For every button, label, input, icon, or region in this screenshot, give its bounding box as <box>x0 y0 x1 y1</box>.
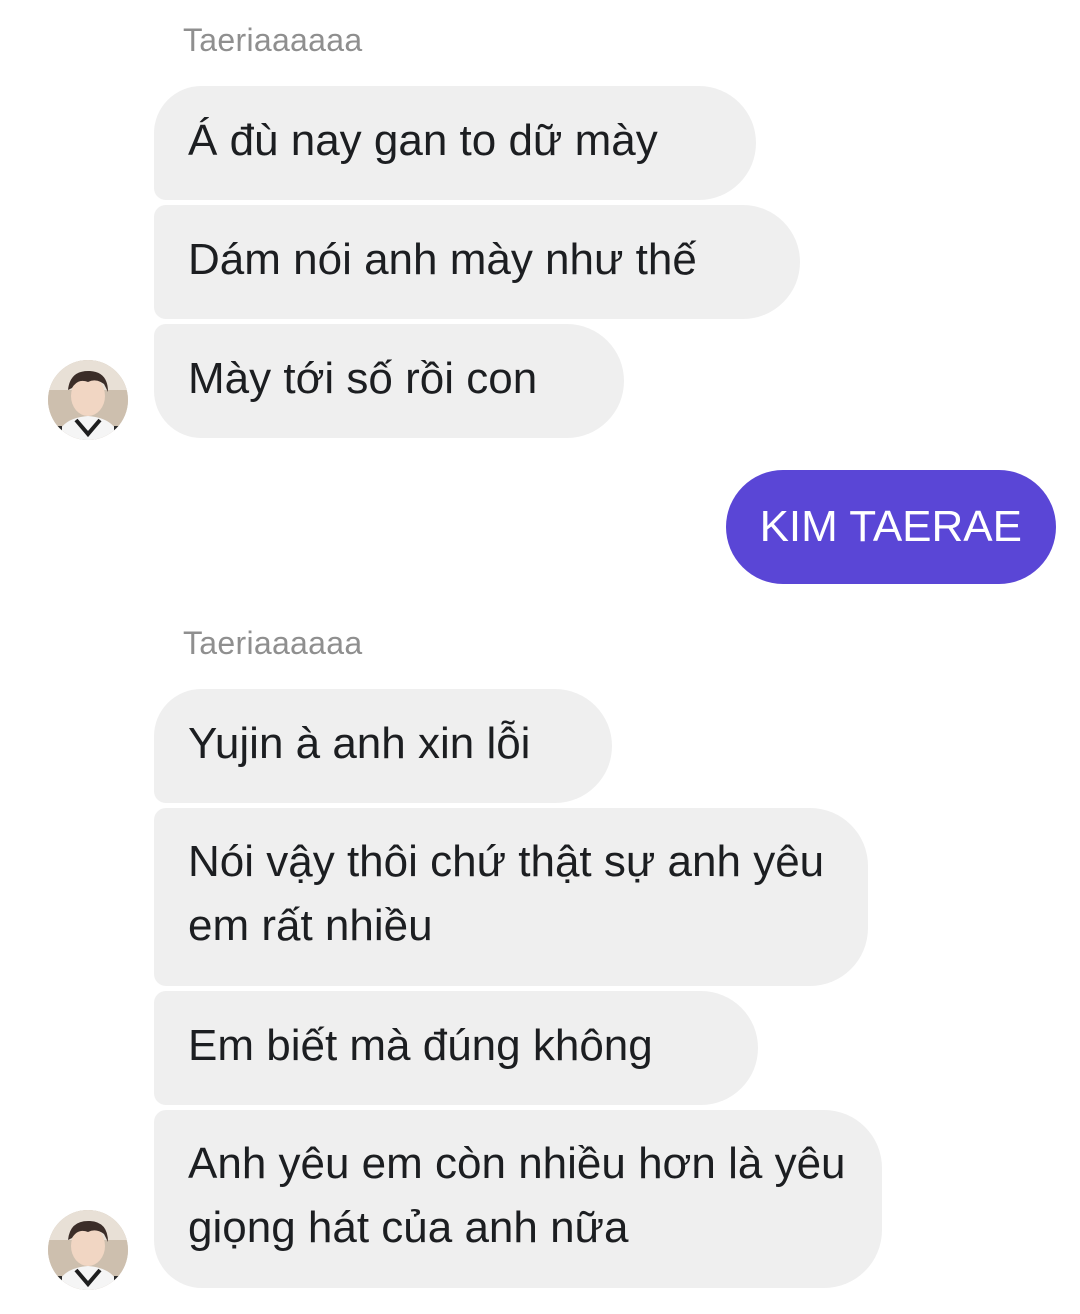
sender-name: Taeriaaaaaa <box>183 625 363 661</box>
received-message[interactable]: Em biết mà đúng không <box>154 991 758 1105</box>
sent-message[interactable]: KIM TAERAE <box>725 470 1056 584</box>
message-text: Mày tới số rồi con <box>188 354 538 403</box>
received-message[interactable]: Nói vậy thôi chứ thật sự anh yêu em rất … <box>154 808 868 986</box>
message-text: KIM TAERAE <box>759 502 1022 551</box>
message-text: Anh yêu em còn nhiều hơn là yêu giọng há… <box>188 1139 846 1252</box>
received-message[interactable]: Yujin à anh xin lỗi <box>154 689 612 803</box>
message-text: Yujin à anh xin lỗi <box>188 719 531 768</box>
message-text: Em biết mà đúng không <box>188 1021 653 1070</box>
received-message[interactable]: Á đù nay gan to dữ mày <box>154 86 756 200</box>
message-text: Á đù nay gan to dữ mày <box>188 116 658 165</box>
sender-avatar[interactable] <box>48 360 128 440</box>
sender-name: Taeriaaaaaa <box>183 22 363 58</box>
avatar-icon <box>48 360 128 440</box>
message-text: Dám nói anh mày như thế <box>188 235 697 284</box>
received-message[interactable]: Dám nói anh mày như thế <box>154 205 800 319</box>
received-message[interactable]: Mày tới số rồi con <box>154 324 624 438</box>
avatar-icon <box>48 1210 128 1290</box>
received-message[interactable]: Anh yêu em còn nhiều hơn là yêu giọng há… <box>154 1110 882 1288</box>
message-text: Nói vậy thôi chứ thật sự anh yêu em rất … <box>188 837 825 950</box>
sender-avatar[interactable] <box>48 1210 128 1290</box>
